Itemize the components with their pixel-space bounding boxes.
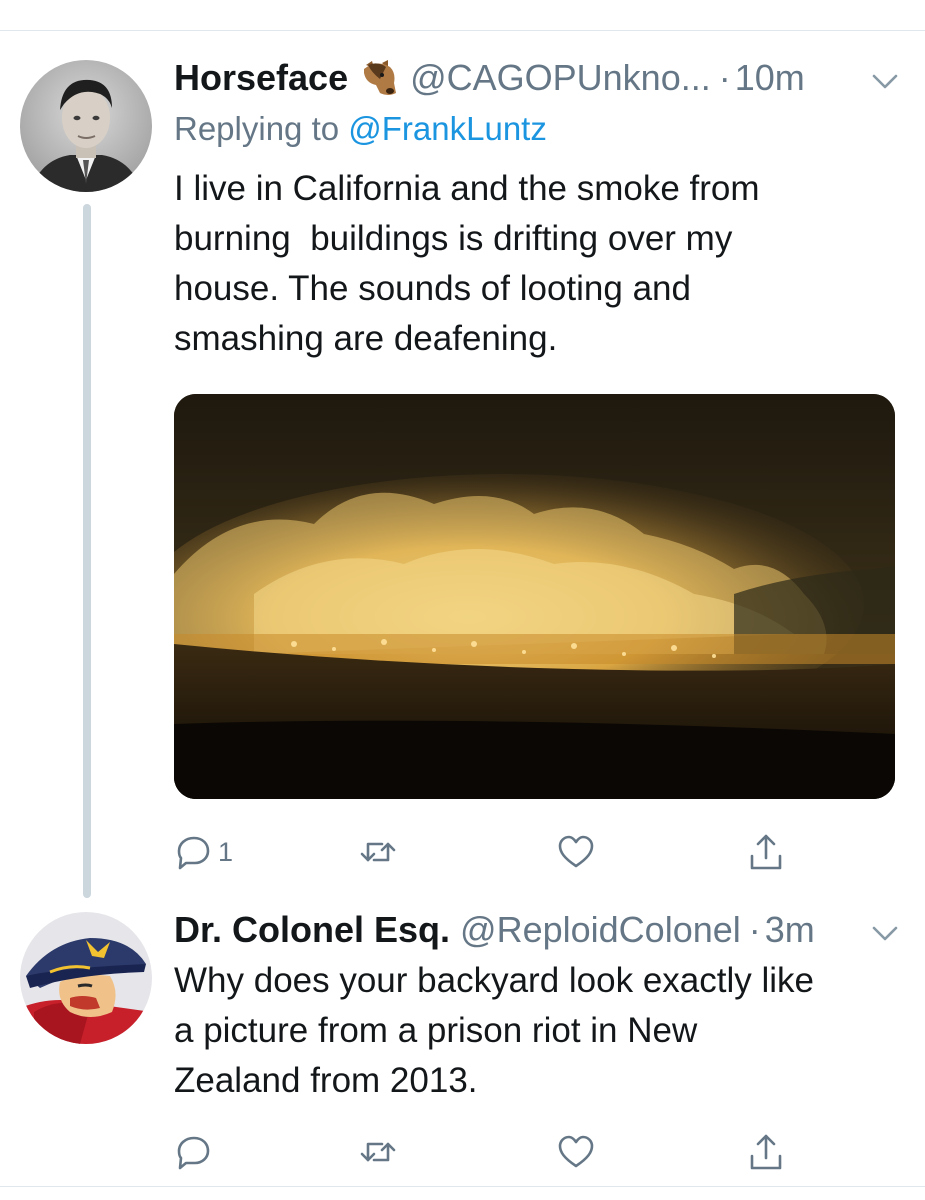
tweet-header: Horseface @CAGOPUnkno... · 10m	[174, 57, 894, 99]
tweet-actions: 1	[174, 830, 894, 874]
separator-dot: ·	[718, 57, 731, 98]
chevron-down-icon[interactable]	[872, 74, 898, 90]
like-button[interactable]	[556, 830, 600, 874]
heart-icon	[558, 835, 594, 868]
retweet-icon	[360, 842, 396, 862]
reply-button[interactable]	[174, 1130, 218, 1174]
display-name[interactable]: Horseface	[174, 57, 348, 99]
horse-face-emoji-icon	[358, 59, 400, 97]
user-handle[interactable]: @CAGOPUnkno...	[410, 57, 711, 99]
tweet-actions	[174, 1130, 894, 1174]
timestamp[interactable]: 10m	[735, 57, 805, 99]
reply-count: 1	[218, 836, 234, 867]
user-handle[interactable]: @ReploidColonel	[460, 909, 741, 951]
avatar-dr-colonel[interactable]	[20, 912, 152, 1044]
like-button[interactable]	[556, 1130, 600, 1174]
chevron-down-icon[interactable]	[872, 926, 898, 942]
replying-to-mention[interactable]: @FrankLuntz	[348, 110, 547, 147]
reply-button[interactable]: 1	[174, 830, 233, 874]
tweet-text: I live in California and the smoke from …	[174, 169, 760, 358]
share-icon	[750, 1134, 782, 1170]
retweet-button[interactable]	[358, 830, 402, 874]
avatar-horseface[interactable]	[20, 60, 152, 192]
bottom-divider	[0, 1186, 925, 1187]
tweet-media-image[interactable]	[174, 394, 895, 799]
reply-icon	[177, 836, 210, 870]
retweet-button[interactable]	[358, 1130, 402, 1174]
replying-prefix: Replying to	[174, 110, 349, 147]
replying-to: Replying to @FrankLuntz	[174, 110, 547, 148]
retweet-icon	[360, 1142, 396, 1162]
tweet-text: Why does your backyard look exactly like…	[174, 961, 814, 1100]
share-icon	[750, 834, 782, 870]
timestamp[interactable]: 3m	[765, 909, 815, 951]
heart-icon	[558, 1135, 594, 1168]
share-button[interactable]	[746, 1130, 786, 1174]
separator-dot: ·	[748, 909, 761, 950]
thread-connector-line	[83, 204, 91, 898]
share-button[interactable]	[746, 830, 786, 874]
tweet-header: Dr. Colonel Esq. @ReploidColonel · 3m	[174, 909, 894, 951]
night-fire-photo-icon	[174, 394, 895, 799]
top-divider	[0, 30, 925, 31]
reply-icon	[177, 1136, 210, 1170]
display-name[interactable]: Dr. Colonel Esq.	[174, 909, 450, 951]
